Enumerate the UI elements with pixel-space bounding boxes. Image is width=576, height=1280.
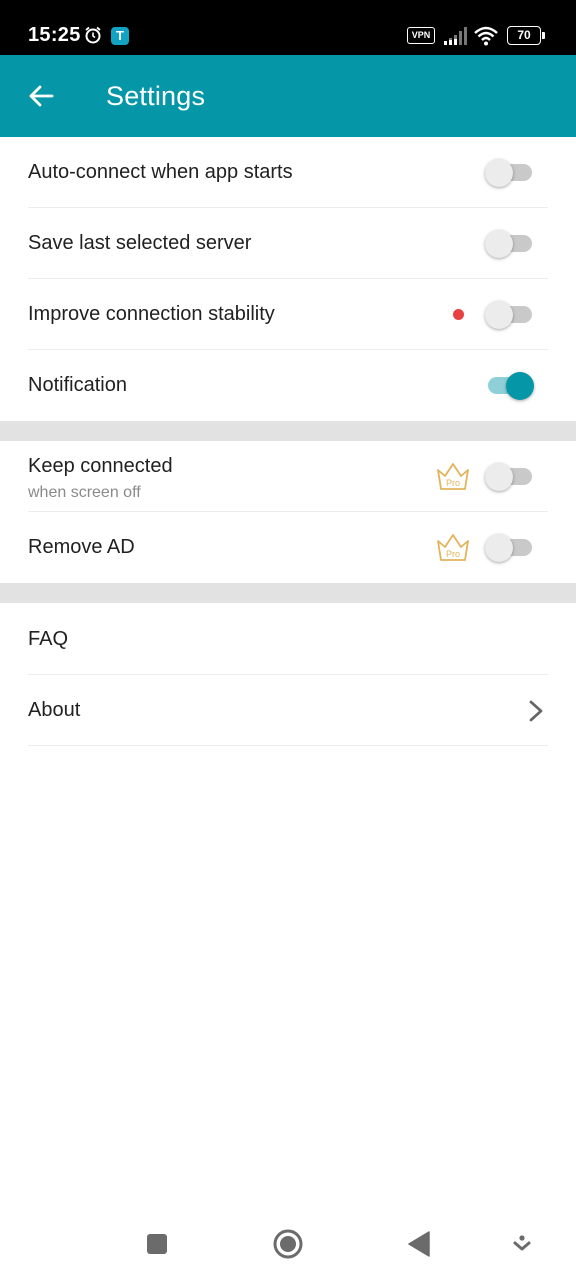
notification-pull-button[interactable]: [504, 1226, 540, 1262]
system-nav-bar: [0, 1208, 576, 1280]
setting-label: Remove AD: [28, 536, 135, 558]
status-bar: 15:25 T VPN 70: [0, 0, 576, 55]
chevron-right-icon: [529, 700, 543, 722]
setting-row-auto-connect[interactable]: Auto-connect when app starts: [0, 137, 576, 208]
setting-label: Save last selected server: [28, 232, 252, 254]
keep-connected-toggle[interactable]: [485, 463, 532, 491]
section-separator: [0, 421, 576, 441]
battery-level: 70: [507, 26, 541, 45]
pro-crown-icon: Pro: [437, 463, 469, 490]
pro-label: Pro: [446, 549, 460, 559]
setting-row-about[interactable]: About: [0, 675, 576, 746]
divider: [28, 745, 548, 746]
setting-row-notification[interactable]: Notification: [0, 350, 576, 421]
save-server-toggle[interactable]: [485, 230, 532, 258]
status-time: 15:25: [28, 24, 81, 46]
back-button[interactable]: [20, 75, 62, 117]
back-triangle-icon: [408, 1231, 430, 1257]
home-circle-icon: [273, 1229, 303, 1259]
setting-sublabel: when screen off: [28, 484, 141, 501]
arrow-left-icon: [29, 85, 54, 107]
recents-square-icon: [147, 1234, 167, 1254]
app-bar: Settings: [0, 55, 576, 137]
notification-pull-icon: [513, 1235, 531, 1251]
setting-row-save-server[interactable]: Save last selected server: [0, 208, 576, 279]
setting-row-stability[interactable]: Improve connection stability: [0, 279, 576, 350]
setting-label: About: [28, 699, 81, 721]
back-nav-button[interactable]: [401, 1226, 437, 1262]
home-button[interactable]: [270, 1226, 306, 1262]
setting-row-keep-connected[interactable]: Keep connected when screen off Pro: [0, 441, 576, 512]
section-separator: [0, 583, 576, 603]
setting-label: Improve connection stability: [28, 303, 275, 325]
setting-label: Keep connected: [28, 455, 173, 477]
notification-toggle[interactable]: [488, 372, 534, 400]
pro-label: Pro: [446, 478, 460, 488]
setting-label: FAQ: [28, 628, 69, 650]
stability-toggle[interactable]: [485, 301, 532, 329]
remove-ad-toggle[interactable]: [485, 534, 532, 562]
wifi-icon: [474, 26, 498, 46]
battery-icon: 70: [507, 26, 545, 45]
alarm-icon: [85, 26, 101, 44]
recents-button[interactable]: [139, 1226, 175, 1262]
pro-crown-icon: Pro: [437, 534, 469, 561]
signal-icon: [444, 27, 467, 45]
page-title: Settings: [106, 81, 206, 111]
app-notification-icon: T: [111, 27, 129, 45]
setting-label: Notification: [28, 374, 127, 396]
setting-row-faq[interactable]: FAQ: [0, 604, 576, 675]
vpn-icon: VPN: [407, 27, 435, 44]
setting-row-remove-ad[interactable]: Remove AD Pro: [0, 512, 576, 583]
setting-label: Auto-connect when app starts: [28, 161, 293, 183]
new-indicator-dot: [453, 309, 464, 320]
auto-connect-toggle[interactable]: [485, 159, 532, 187]
